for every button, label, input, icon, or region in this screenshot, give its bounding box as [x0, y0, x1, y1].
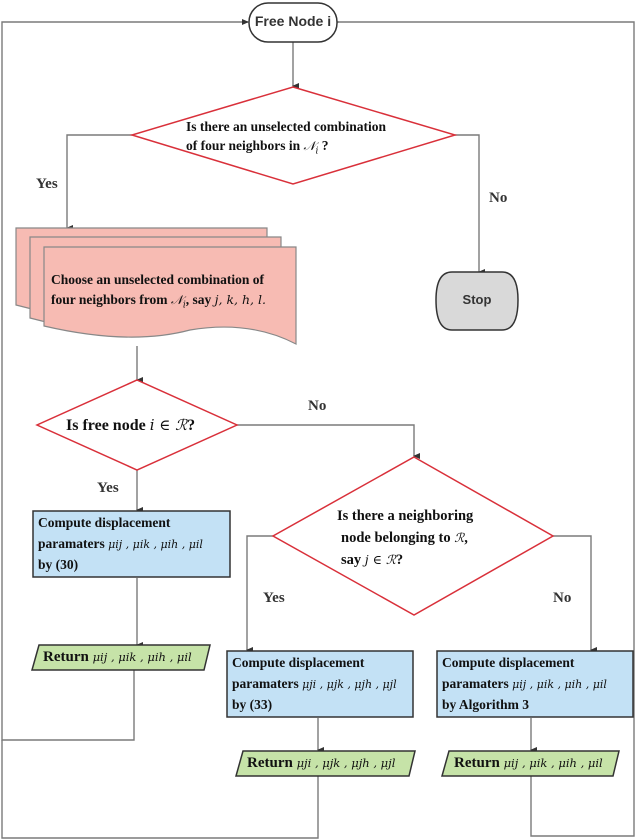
decision-neighbor-line3: say j ∈ ℛ? [337, 549, 473, 571]
decision-combination-line2-text: of four neighbors in [186, 138, 304, 153]
decision-combination-line1: Is there an unselected combination [186, 119, 387, 134]
choose-combination-line2-end: , say [185, 292, 215, 307]
compute-30-line3: by (30) [38, 557, 79, 572]
return-right-text: Return μij , μik , μih , μil [454, 753, 603, 774]
decision-free-node-math: i ∈ ℛ [149, 416, 188, 434]
compute-33-line2-text: paramaters [232, 675, 303, 691]
compute-alg3-line3: by Algorithm 3 [442, 697, 530, 712]
return-right-params: μij , μik , μih , μil [503, 756, 603, 770]
compute-33-line3: by (33) [232, 697, 273, 712]
return-left-label: Return [43, 649, 93, 665]
return-left-text: Return μij , μik , μih , μil [43, 647, 192, 668]
choose-combination-line1: Choose an unselected combination of [51, 272, 265, 287]
compute-30-params: μij , μik , μih , μil [108, 537, 203, 551]
edge-combination-yes [66, 134, 132, 231]
decision-neighbor-line3-text: say [341, 552, 365, 568]
return-middle-label: Return [247, 755, 297, 771]
compute-33-text: Compute displacement paramaters μji , μj… [232, 653, 397, 716]
compute-alg3-text: Compute displacement paramaters μij , μi… [442, 653, 607, 716]
compute-30-text: Compute displacement paramaters μij , μi… [38, 513, 203, 576]
choose-combination-vars: j, k, h, l. [214, 292, 266, 307]
label-free-node-no: No [308, 398, 327, 414]
edge-combination-no [455, 134, 485, 275]
label-combination-no: No [489, 190, 508, 206]
label-free-node-yes: Yes [97, 480, 119, 496]
compute-alg3-params: μij , μik , μih , μil [512, 677, 607, 691]
choose-combination-text: Choose an unselected combination of four… [51, 270, 266, 316]
label-neighbor-no: No [553, 590, 572, 606]
decision-neighbor-text: Is there a neighboring node belonging to… [337, 506, 473, 571]
compute-alg3-line2-text: paramaters [442, 675, 513, 691]
decision-neighbor-line1: Is there a neighboring [337, 508, 474, 524]
label-combination-yes: Yes [36, 176, 58, 192]
compute-30-line2: paramaters μij , μik , μih , μil [38, 534, 203, 556]
decision-neighbor-line2-end: , [464, 530, 468, 546]
decision-free-node-end: ? [187, 417, 196, 434]
compute-alg3-line1: Compute displacement [442, 655, 575, 670]
start-label: Free Node i [254, 13, 332, 29]
decision-combination-text: Is there an unselected combination of fo… [186, 117, 386, 162]
choose-combination-line2-text: four neighbors from [51, 292, 171, 307]
compute-30-line2-text: paramaters [38, 535, 109, 551]
decision-neighbor-line3-end: ? [395, 552, 404, 568]
decision-neighbor-line2-math: ℛ [454, 530, 465, 545]
return-middle-params: μji , μjk , μjh , μjl [296, 756, 396, 770]
decision-free-node-label: Is free node [66, 417, 150, 434]
stop-label: Stop [462, 292, 492, 307]
decision-neighbor-line3-math: j ∈ ℛ [364, 552, 396, 567]
return-right-label: Return [454, 755, 504, 771]
compute-33-line2: paramaters μji , μjk , μjh , μjl [232, 674, 397, 696]
edge-free-node-no [236, 424, 420, 459]
decision-neighbor-line2: node belonging to ℛ, [337, 527, 473, 549]
compute-30-line1: Compute displacement [38, 515, 171, 530]
return-middle-text: Return μji , μjk , μjh , μjl [247, 753, 395, 774]
neighbor-set-symbol: 𝒩 [303, 138, 316, 153]
decision-combination-line2: of four neighbors in 𝒩i ? [186, 136, 386, 162]
compute-33-line1: Compute displacement [232, 655, 365, 670]
compute-33-params: μji , μjk , μjh , μjl [302, 677, 397, 691]
decision-combination-line2-end: ? [318, 138, 329, 153]
decision-neighbor-line2-text: node belonging to [341, 530, 455, 546]
compute-alg3-line2: paramaters μij , μik , μih , μil [442, 674, 607, 696]
return-left-params: μij , μik , μih , μil [92, 650, 192, 664]
label-neighbor-yes: Yes [263, 590, 285, 606]
decision-free-node-text: Is free node i ∈ ℛ? [66, 415, 195, 436]
neighbor-set-symbol-2: 𝒩 [170, 292, 183, 307]
choose-combination-line2: four neighbors from 𝒩i, say j, k, h, l. [51, 290, 266, 316]
